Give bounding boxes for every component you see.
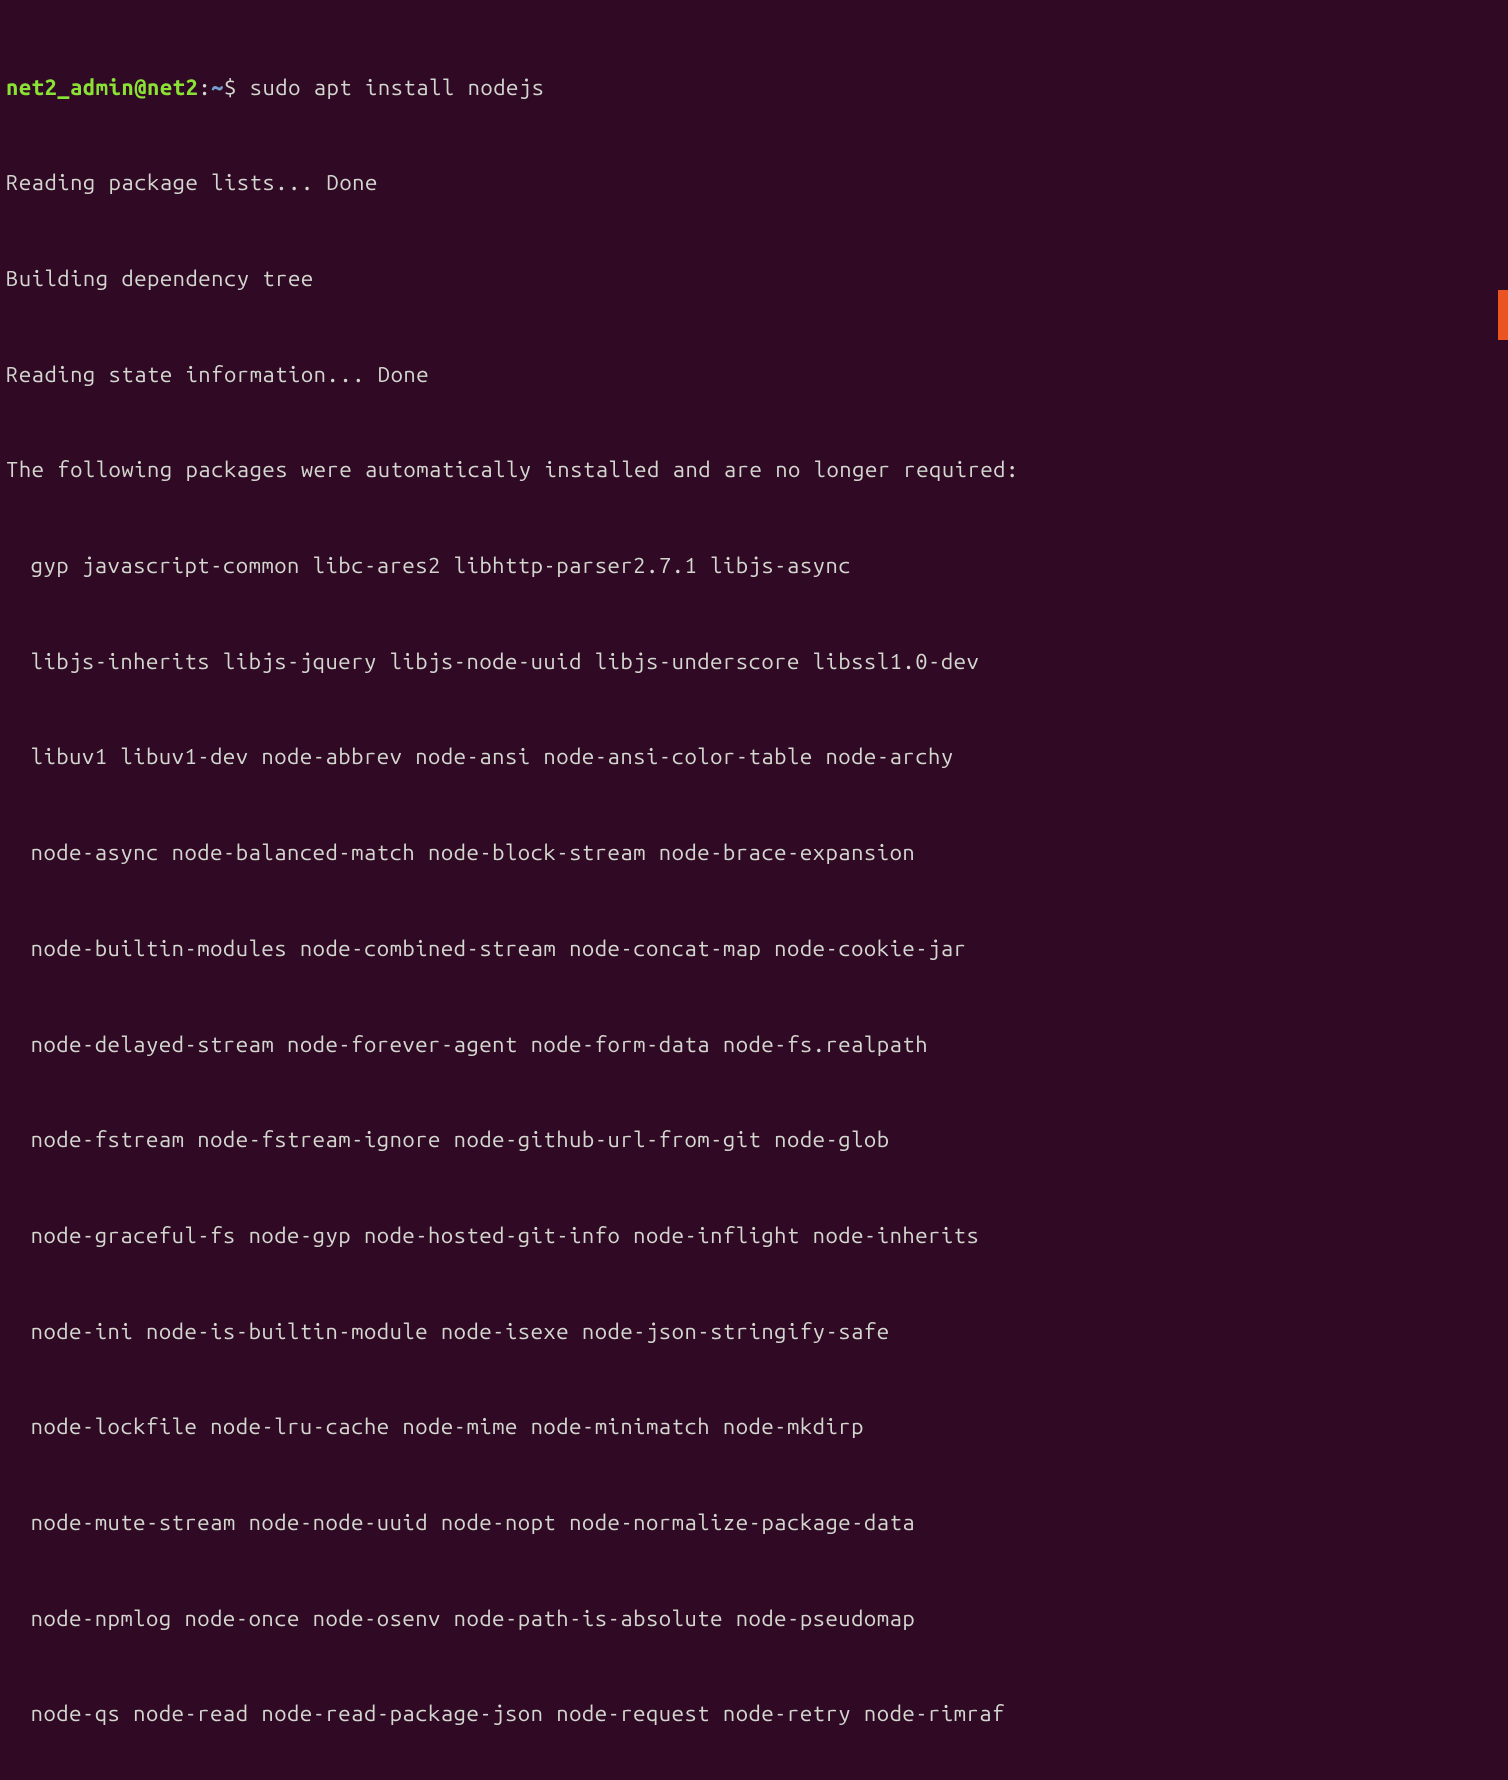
output-reading-package-lists: Reading package lists... Done [6,167,1502,199]
package-list-line: node-lockfile node-lru-cache node-mime n… [6,1411,1502,1443]
package-list-line: libjs-inherits libjs-jquery libjs-node-u… [6,646,1502,678]
command-text: sudo apt install nodejs [250,75,545,100]
prompt-path: ~ [211,75,224,100]
package-list-line: node-npmlog node-once node-osenv node-pa… [6,1603,1502,1635]
package-list-line: node-graceful-fs node-gyp node-hosted-gi… [6,1220,1502,1252]
output-reading-state-information: Reading state information... Done [6,359,1502,391]
prompt-line: net2_admin@net2:~$ sudo apt install node… [6,72,1502,104]
terminal-output[interactable]: net2_admin@net2:~$ sudo apt install node… [6,8,1502,1780]
package-list-line: node-async node-balanced-match node-bloc… [6,837,1502,869]
prompt-colon: : [198,75,211,100]
package-list-line: node-qs node-read node-read-package-json… [6,1698,1502,1730]
package-list-line: node-fstream node-fstream-ignore node-gi… [6,1124,1502,1156]
prompt-at: @ [134,75,147,100]
prompt-host: net2 [147,75,198,100]
package-list-line: node-ini node-is-builtin-module node-ise… [6,1316,1502,1348]
scrollbar-thumb[interactable] [1498,290,1508,340]
package-list-line: libuv1 libuv1-dev node-abbrev node-ansi … [6,741,1502,773]
package-list-line: node-builtin-modules node-combined-strea… [6,933,1502,965]
output-auto-installed-header: The following packages were automaticall… [6,454,1502,486]
package-list-line: gyp javascript-common libc-ares2 libhttp… [6,550,1502,582]
package-list-line: node-mute-stream node-node-uuid node-nop… [6,1507,1502,1539]
prompt-user: net2_admin [6,75,134,100]
package-list-line: node-delayed-stream node-forever-agent n… [6,1029,1502,1061]
output-building-dependency-tree: Building dependency tree [6,263,1502,295]
prompt-dollar: $ [224,75,237,100]
